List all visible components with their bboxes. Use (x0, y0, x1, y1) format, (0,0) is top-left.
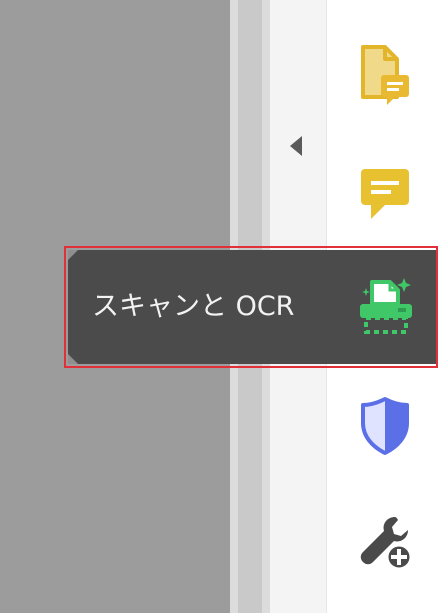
shield-icon (361, 397, 409, 455)
wrench-add-icon (360, 517, 413, 571)
document-comment-icon (361, 45, 409, 105)
tool-protect-button[interactable] (350, 390, 420, 460)
comment-icon (361, 169, 409, 219)
tool-document-comment-button[interactable] (350, 40, 420, 110)
tool-comment-button[interactable] (350, 158, 420, 228)
highlight-frame (64, 246, 438, 368)
tool-more-tools-button[interactable] (350, 508, 420, 578)
collapse-panel-arrow-icon[interactable] (290, 136, 302, 156)
